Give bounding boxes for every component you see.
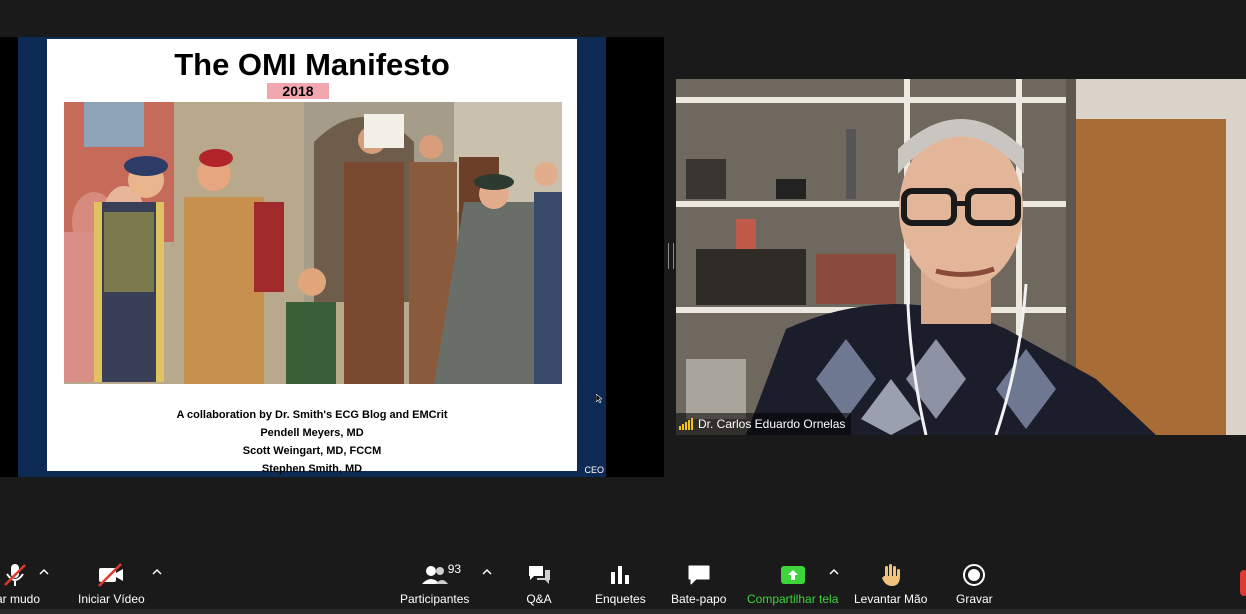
mute-button[interactable]: var mudo bbox=[0, 562, 40, 606]
participants-button[interactable]: 93 Participantes bbox=[400, 562, 469, 606]
credit-line-3: Scott Weingart, MD, FCCM bbox=[242, 445, 382, 457]
mute-options-caret-icon[interactable] bbox=[39, 568, 49, 576]
polls-label: Enquetes bbox=[595, 592, 646, 606]
participants-options-caret-icon[interactable] bbox=[482, 568, 492, 576]
slide-year: 2018 bbox=[267, 83, 329, 99]
slide-credits: A collaboration by Dr. Smith's ECG Blog … bbox=[47, 406, 577, 478]
end-meeting-button-edge[interactable] bbox=[1240, 570, 1246, 596]
start-video-label: Iniciar Vídeo bbox=[78, 592, 145, 606]
share-screen-arrow-icon bbox=[780, 562, 806, 588]
video-options-caret-icon[interactable] bbox=[152, 568, 162, 576]
participant-video[interactable]: Dr. Carlos Eduardo Ornelas bbox=[676, 79, 1246, 435]
credit-line-2: Pendell Meyers, MD bbox=[260, 427, 364, 439]
share-options-caret-icon[interactable] bbox=[829, 568, 839, 576]
raise-hand-label: Levantar Mão bbox=[854, 592, 928, 606]
video-feed bbox=[676, 79, 1246, 435]
video-camera-off-icon bbox=[97, 562, 125, 588]
share-screen-label: Compartilhar tela bbox=[747, 592, 839, 606]
participant-name: Dr. Carlos Eduardo Ornelas bbox=[698, 417, 846, 431]
participant-name-tag: Dr. Carlos Eduardo Ornelas bbox=[676, 413, 852, 435]
participants-count: 93 bbox=[447, 562, 462, 576]
microphone-muted-icon bbox=[2, 562, 28, 588]
credit-line-4: Stephen Smith, MD bbox=[261, 463, 363, 475]
start-video-button[interactable]: Iniciar Vídeo bbox=[78, 562, 145, 606]
slide-corner-text: CEO bbox=[584, 465, 604, 475]
slide-illustration bbox=[64, 102, 562, 384]
panel-splitter-handle[interactable] bbox=[668, 243, 674, 269]
slide: The OMI Manifesto 2018 A collaboration b… bbox=[47, 39, 577, 475]
chat-button[interactable]: Bate-papo bbox=[671, 562, 726, 606]
mute-label: var mudo bbox=[0, 592, 41, 606]
connection-signal-icon bbox=[679, 418, 693, 430]
meeting-toolbar: var mudo Iniciar Vídeo 93 Participantes bbox=[0, 552, 1246, 614]
bar-chart-icon bbox=[608, 562, 632, 588]
speech-bubble-icon bbox=[686, 562, 712, 588]
taskbar-strip bbox=[0, 609, 1246, 614]
polls-button[interactable]: Enquetes bbox=[595, 562, 646, 606]
slide-title: The OMI Manifesto bbox=[174, 47, 450, 82]
credit-line-1: A collaboration by Dr. Smith's ECG Blog … bbox=[176, 409, 448, 421]
people-icon: 93 bbox=[420, 562, 461, 588]
participants-label: Participantes bbox=[400, 592, 470, 606]
hand-icon bbox=[879, 562, 903, 588]
qa-button[interactable]: Q&A bbox=[525, 562, 553, 606]
slide-frame: The OMI Manifesto 2018 A collaboration b… bbox=[18, 37, 606, 477]
mouse-cursor-icon bbox=[596, 394, 602, 403]
chat-label: Bate-papo bbox=[671, 592, 727, 606]
record-label: Gravar bbox=[956, 592, 993, 606]
record-button[interactable]: Gravar bbox=[956, 562, 993, 606]
chat-bubbles-icon bbox=[525, 562, 553, 588]
qa-label: Q&A bbox=[526, 592, 552, 606]
share-screen-button[interactable]: Compartilhar tela bbox=[747, 562, 838, 606]
record-circle-icon bbox=[961, 562, 987, 588]
shared-screen: The OMI Manifesto 2018 A collaboration b… bbox=[0, 37, 664, 477]
raise-hand-button[interactable]: Levantar Mão bbox=[854, 562, 927, 606]
